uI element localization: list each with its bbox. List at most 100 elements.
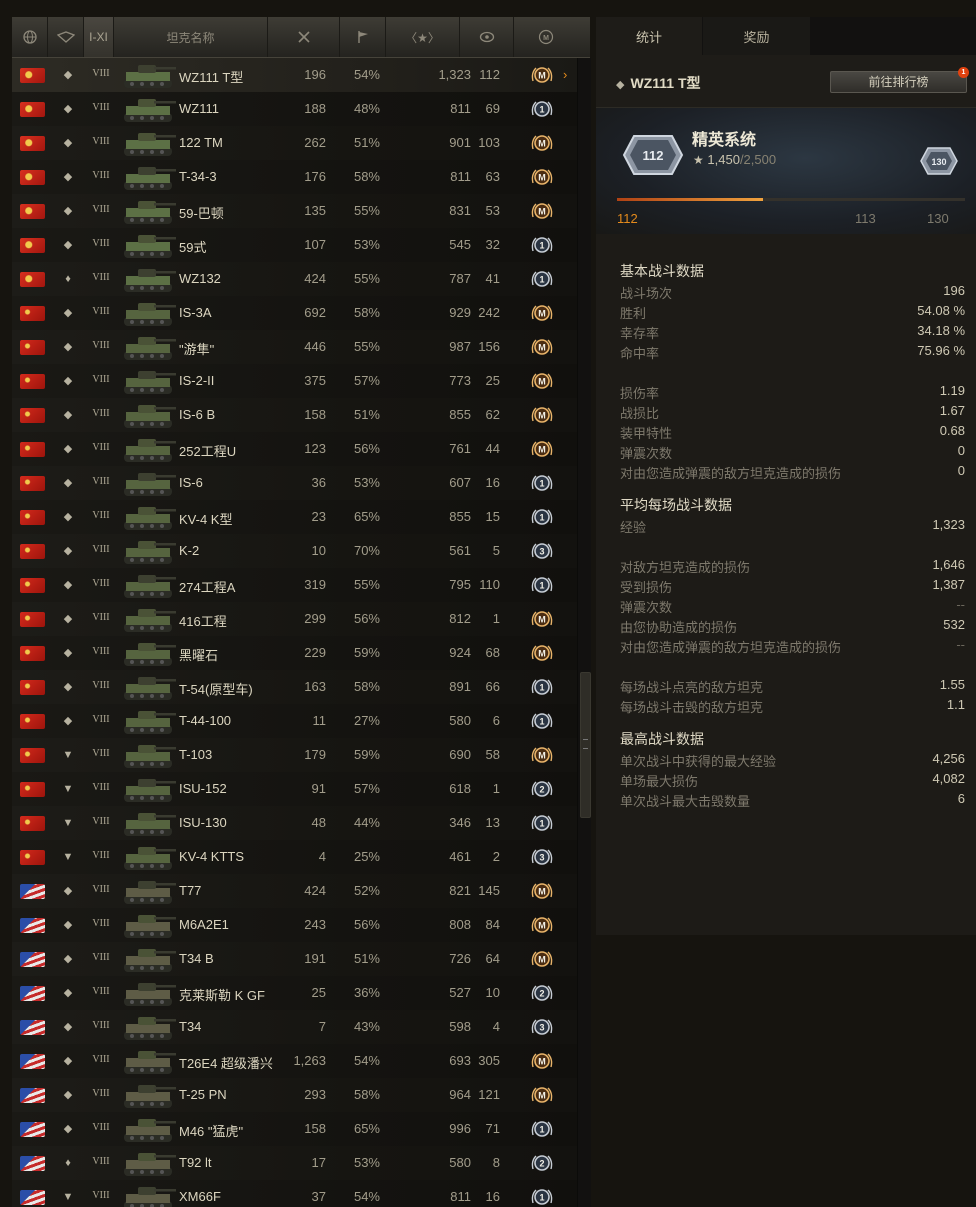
table-row[interactable]: ◆ VIII M46 "猛虎" 158 65% 996 71 1 <box>12 1112 577 1147</box>
td-tank-icon: ▼ <box>62 817 74 829</box>
frags-cell: 16 <box>485 475 500 490</box>
elite-xp-max: /2,500 <box>739 152 777 167</box>
tab-awards[interactable]: 奖励 <box>703 17 810 55</box>
stat-value: 0.68 <box>939 423 965 438</box>
frags-cell: 15 <box>485 509 500 524</box>
table-row[interactable]: ♦ VIII WZ132 424 55% 787 41 1 <box>12 262 577 297</box>
ussr-flag-icon <box>20 714 45 729</box>
heavy-tank-icon: ◆ <box>616 79 625 91</box>
table-row[interactable]: ◆ VIII 416工程 299 56% 812 1 M <box>12 602 577 637</box>
sort-battles-button[interactable] <box>268 17 340 57</box>
battles-cell: 48 <box>311 815 326 830</box>
stat-row: 单次战斗最大击毁数量 6 <box>620 791 965 811</box>
table-row[interactable]: ◆ VIII 252工程U 123 56% 761 44 M <box>12 432 577 467</box>
table-row[interactable]: ◆ VIII 黑曜石 229 59% 924 68 M <box>12 636 577 671</box>
frags-cell: 25 <box>485 373 500 388</box>
tank-image <box>120 1113 178 1145</box>
sort-xp-button[interactable]: 〈★〉 <box>386 17 460 57</box>
ussr-flag-icon <box>20 510 45 525</box>
table-row[interactable]: ▼ VIII ISU-130 48 44% 346 13 1 <box>12 806 577 841</box>
sort-tier-button[interactable]: I-XI <box>84 17 114 57</box>
sort-frags-button[interactable] <box>460 17 514 57</box>
medium-tank-icon: ◆ <box>63 171 73 183</box>
tier-cell: VIII <box>92 816 110 827</box>
table-row[interactable]: ◆ VIII 59-巴顿 135 55% 831 53 M <box>12 194 577 229</box>
winrate-cell: 55% <box>353 339 380 354</box>
winrate-cell: 27% <box>353 713 380 728</box>
tank-image <box>120 773 178 805</box>
table-row[interactable]: ▼ VIII KV-4 KTTS 4 25% 461 2 3 <box>12 840 577 875</box>
table-row[interactable]: ◆ VIII T26E4 超级潘兴 1,263 54% 693 305 M <box>12 1044 577 1079</box>
tab-statistics[interactable]: 统计 <box>596 17 702 55</box>
stat-label: 单次战斗最大击毁数量 <box>620 794 751 809</box>
tank-image <box>120 943 178 975</box>
target-icon <box>479 31 494 43</box>
table-row[interactable]: ▼ VIII T-103 179 59% 690 58 M <box>12 738 577 773</box>
table-row[interactable]: ◆ VIII 克莱斯勒 K GF 25 36% 527 10 2 <box>12 976 577 1011</box>
tank-image <box>120 807 178 839</box>
mastery-badge-icon: 3 <box>529 845 555 871</box>
svg-text:M: M <box>538 173 546 183</box>
china-flag-icon <box>20 68 45 83</box>
china-flag-icon <box>20 238 45 253</box>
heavy-tank-icon: ◆ <box>63 953 73 965</box>
table-row[interactable]: ◆ VIII T-44-100 11 27% 580 6 1 <box>12 704 577 739</box>
table-row[interactable]: ◆ VIII T34 7 43% 598 4 3 <box>12 1010 577 1045</box>
table-row[interactable]: ◆ VIII WZ111 188 48% 811 69 1 <box>12 92 577 127</box>
leaderboard-button[interactable]: 前往排行榜 <box>830 71 967 93</box>
table-row[interactable]: ◆ VIII IS-3A 692 58% 929 242 M <box>12 296 577 331</box>
mastery-badge-icon: M <box>529 301 555 327</box>
table-row[interactable]: ◆ VIII "游隼" 446 55% 987 156 M <box>12 330 577 365</box>
mastery-badge-icon: 1 <box>529 97 555 123</box>
elite-progress-fill <box>617 198 764 201</box>
table-row[interactable]: ◆ VIII 274工程A 319 55% 795 110 1 <box>12 568 577 603</box>
table-row[interactable]: ◆ VIII 122 TM 262 51% 901 103 M <box>12 126 577 161</box>
tier-cell: VIII <box>92 306 110 317</box>
battles-cell: 135 <box>304 203 326 218</box>
medium-tank-icon: ◆ <box>63 239 73 251</box>
table-row[interactable]: ◆ VIII IS-2-II 375 57% 773 25 M <box>12 364 577 399</box>
mastery-badge-icon: 1 <box>529 471 555 497</box>
heavy-tank-icon: ◆ <box>63 307 73 319</box>
table-row[interactable]: ◆ VIII T34 B 191 51% 726 64 M <box>12 942 577 977</box>
table-row[interactable]: ◆ VIII IS-6 36 53% 607 16 1 <box>12 466 577 501</box>
table-row[interactable]: ♦ VIII T92 lt 17 53% 580 8 2 <box>12 1146 577 1181</box>
sort-nation-button[interactable] <box>12 17 48 57</box>
table-row[interactable]: ▼ VIII XM66F 37 54% 811 16 1 <box>12 1180 577 1207</box>
sort-wins-button[interactable] <box>340 17 386 57</box>
sort-name-button[interactable]: 坦克名称 <box>114 17 268 57</box>
tier-cell: VIII <box>92 136 110 147</box>
scrollbar-thumb[interactable] <box>580 672 591 818</box>
tier-cell: VIII <box>92 442 110 453</box>
table-row[interactable]: ◆ VIII IS-6 B 158 51% 855 62 M <box>12 398 577 433</box>
sort-type-button[interactable] <box>48 17 84 57</box>
ussr-flag-icon <box>20 578 45 593</box>
table-row[interactable]: ◆ VIII T-54(原型车) 163 58% 891 66 1 <box>12 670 577 705</box>
table-scrollbar[interactable] <box>577 58 591 1207</box>
table-row[interactable]: ◆ VIII M6A2E1 243 56% 808 84 M <box>12 908 577 943</box>
stat-row: 单次战斗中获得的最大经验 4,256 <box>620 751 965 771</box>
tier-cell: VIII <box>92 1122 110 1133</box>
stat-row: 由您协助造成的损伤 532 <box>620 617 965 637</box>
battles-cell: 188 <box>304 101 326 116</box>
table-row[interactable]: ◆ VIII KV-4 K型 23 65% 855 15 1 <box>12 500 577 535</box>
sort-mastery-button[interactable]: M <box>514 17 577 57</box>
stat-row: 损伤率 1.19 <box>620 383 965 403</box>
tier-cell: VIII <box>92 1156 110 1167</box>
table-row[interactable]: ◆ VIII WZ111 T型 196 54% 1,323 112 M › <box>12 58 577 93</box>
mastery-badge-icon: M <box>529 63 555 89</box>
table-row[interactable]: ◆ VIII T77 424 52% 821 145 M <box>12 874 577 909</box>
china-flag-icon <box>20 102 45 117</box>
svg-text:M: M <box>538 445 546 455</box>
chevron-right-icon: › <box>563 67 568 82</box>
table-row[interactable]: ◆ VIII T-34-3 176 58% 811 63 M <box>12 160 577 195</box>
tier-cell: VIII <box>92 714 110 725</box>
battles-cell: 10 <box>311 543 326 558</box>
table-row[interactable]: ◆ VIII T-25 PN 293 58% 964 121 M <box>12 1078 577 1113</box>
winrate-cell: 48% <box>353 101 380 116</box>
table-row[interactable]: ◆ VIII 59式 107 53% 545 32 1 <box>12 228 577 263</box>
table-row[interactable]: ◆ VIII K-2 10 70% 561 5 3 <box>12 534 577 569</box>
ussr-flag-icon <box>20 782 45 797</box>
heavy-tank-icon: ◆ <box>63 1021 73 1033</box>
table-row[interactable]: ▼ VIII ISU-152 91 57% 618 1 2 <box>12 772 577 807</box>
